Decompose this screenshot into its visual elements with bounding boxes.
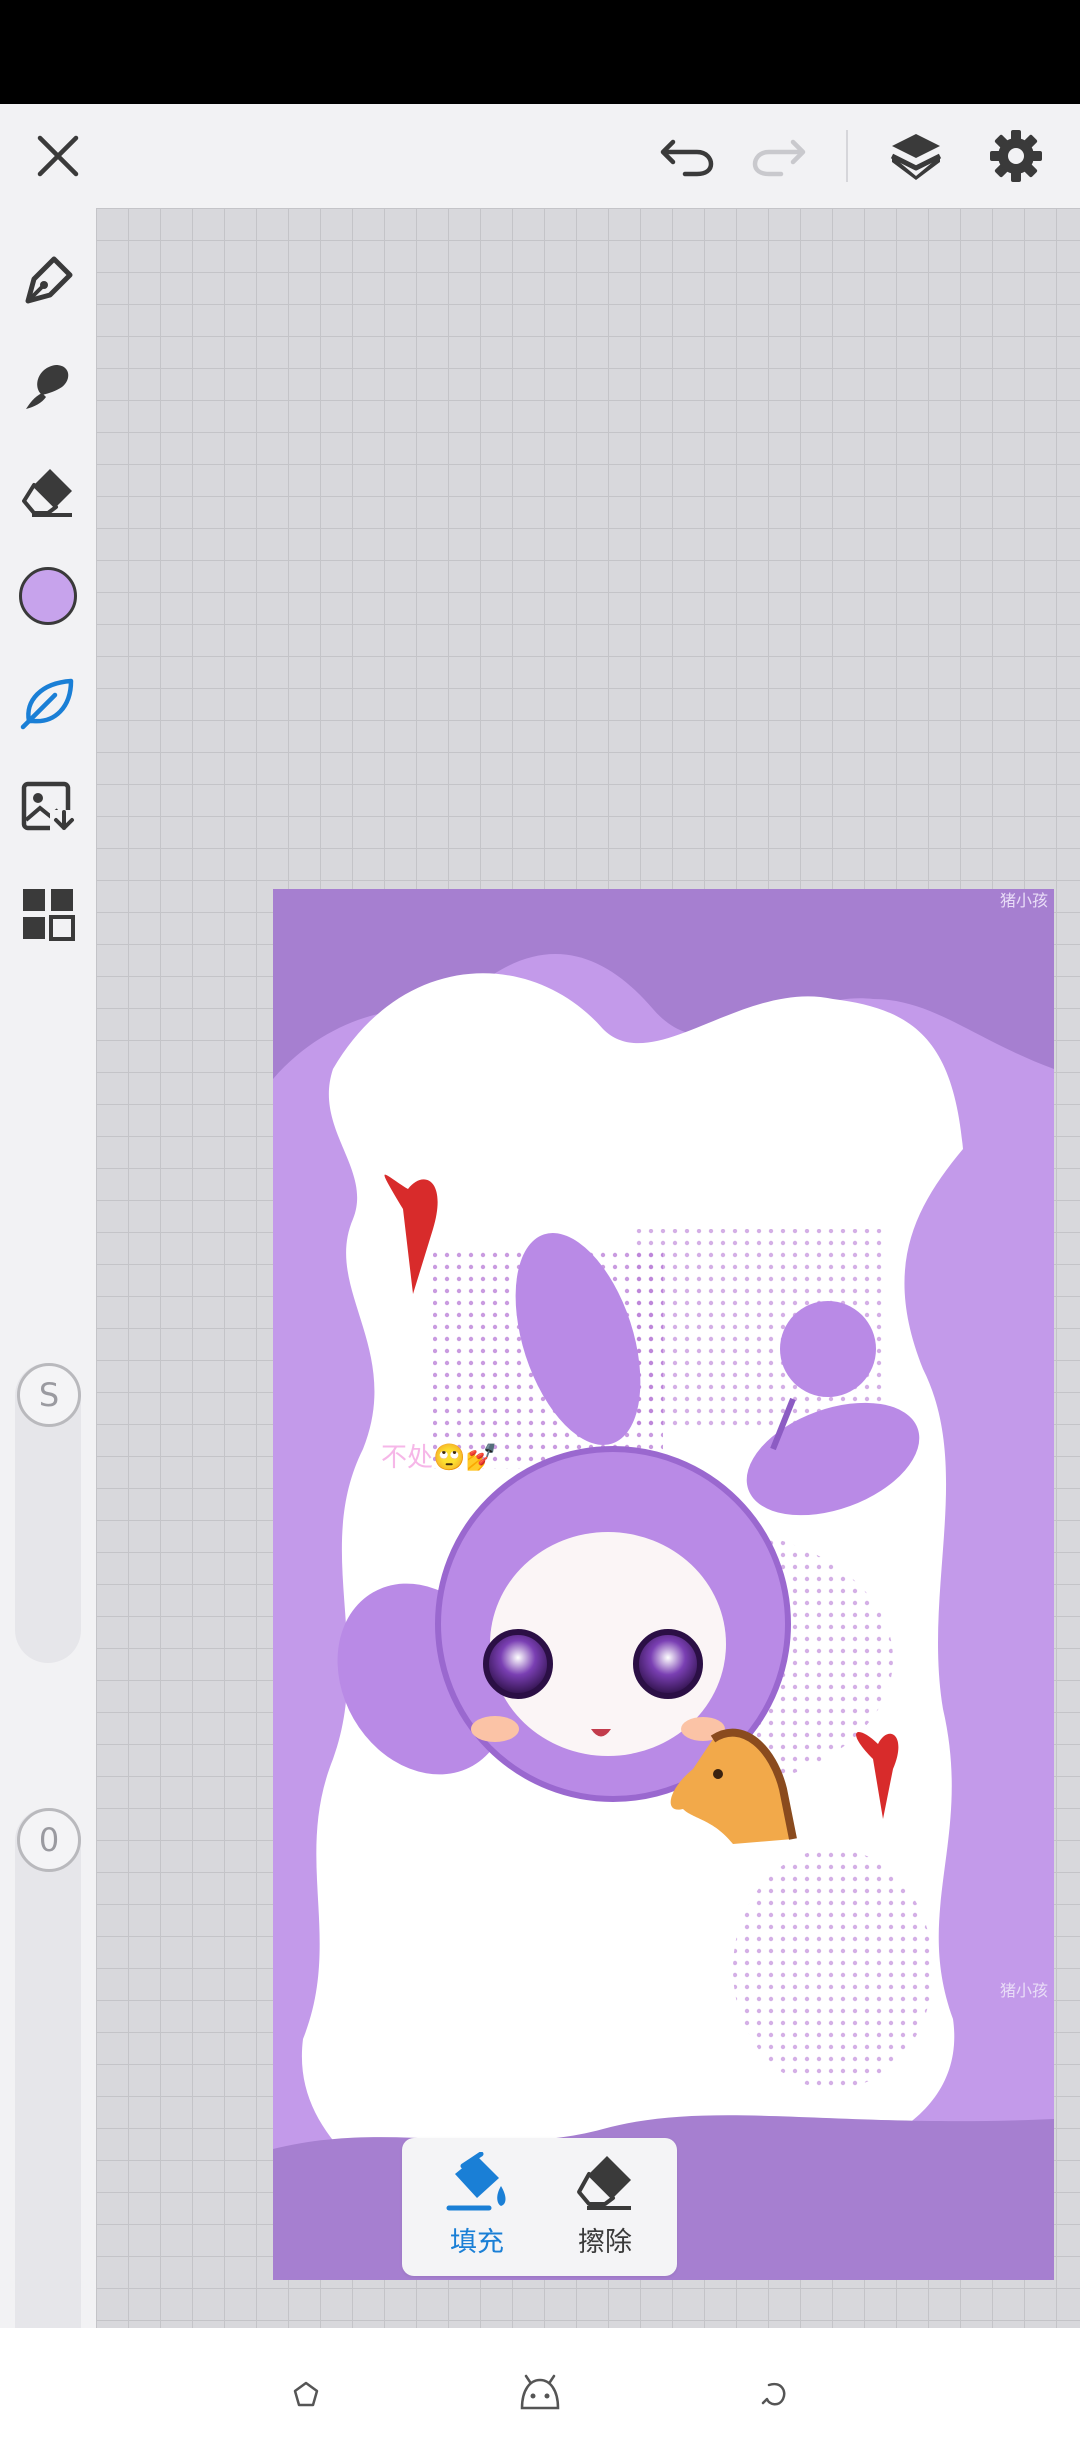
nav-recents-button[interactable] (748, 2368, 800, 2420)
nav-home-button[interactable] (514, 2368, 566, 2420)
close-button[interactable] (24, 122, 92, 190)
canvas-workspace[interactable]: 猪小孩 猪小孩 不处🙄💅 填充 擦除 (96, 208, 1080, 2328)
color-picker-button[interactable] (13, 561, 83, 631)
layers-button[interactable] (882, 122, 950, 190)
watermark-side: 猪小孩 (999, 1981, 1048, 2000)
redo-icon (752, 139, 806, 177)
toolbar-divider (846, 130, 848, 182)
pen-tool-button[interactable] (13, 244, 83, 314)
system-nav-bar (0, 2328, 1080, 2460)
pen-icon (25, 256, 73, 304)
leaf-brush-tool-button[interactable] (13, 667, 83, 737)
opacity-slider[interactable]: 0 (15, 1808, 81, 2408)
undo-icon (660, 139, 714, 177)
eraser-icon (22, 469, 72, 517)
close-icon (37, 135, 79, 177)
undo-button[interactable] (654, 122, 722, 190)
templates-tool-button[interactable] (13, 879, 83, 949)
gear-icon (990, 130, 1042, 182)
recents-icon (761, 2382, 786, 2406)
erase-option[interactable]: 擦除 (550, 2152, 660, 2264)
current-color-swatch (19, 567, 77, 625)
redo-button[interactable] (744, 122, 812, 190)
leaf-icon (20, 678, 74, 730)
nav-back-button[interactable] (280, 2368, 332, 2420)
image-import-icon (21, 781, 74, 834)
fill-option[interactable]: 填充 (422, 2152, 532, 2264)
layers-icon (890, 134, 942, 180)
artwork-image (273, 889, 1054, 2280)
drawing-canvas[interactable]: 猪小孩 猪小孩 不处🙄💅 (273, 889, 1054, 2280)
grid-icon (23, 889, 75, 941)
fill-label: 填充 (450, 2227, 504, 2258)
image-import-tool-button[interactable] (13, 773, 83, 843)
watermark-top: 猪小孩 (999, 891, 1048, 910)
opacity-knob[interactable]: 0 (17, 1808, 81, 1872)
tool-sidebar: S 0 (0, 208, 96, 2408)
brush-icon (26, 365, 69, 409)
back-icon (293, 2381, 319, 2407)
status-bar (0, 0, 1080, 104)
settings-button[interactable] (982, 122, 1050, 190)
doodle-text: 不处🙄💅 (381, 1443, 498, 1473)
top-toolbar (0, 104, 1080, 208)
erase-label: 擦除 (578, 2227, 632, 2258)
brush-tool-button[interactable] (13, 350, 83, 420)
brush-size-knob[interactable]: S (17, 1363, 81, 1427)
fill-tool-panel: 填充 擦除 (402, 2138, 677, 2276)
eraser-icon (577, 2156, 631, 2210)
brush-size-slider[interactable]: S (15, 1363, 81, 1663)
paint-bucket-icon (446, 2152, 506, 2211)
eraser-tool-button[interactable] (13, 456, 83, 526)
home-icon (520, 2374, 560, 2410)
